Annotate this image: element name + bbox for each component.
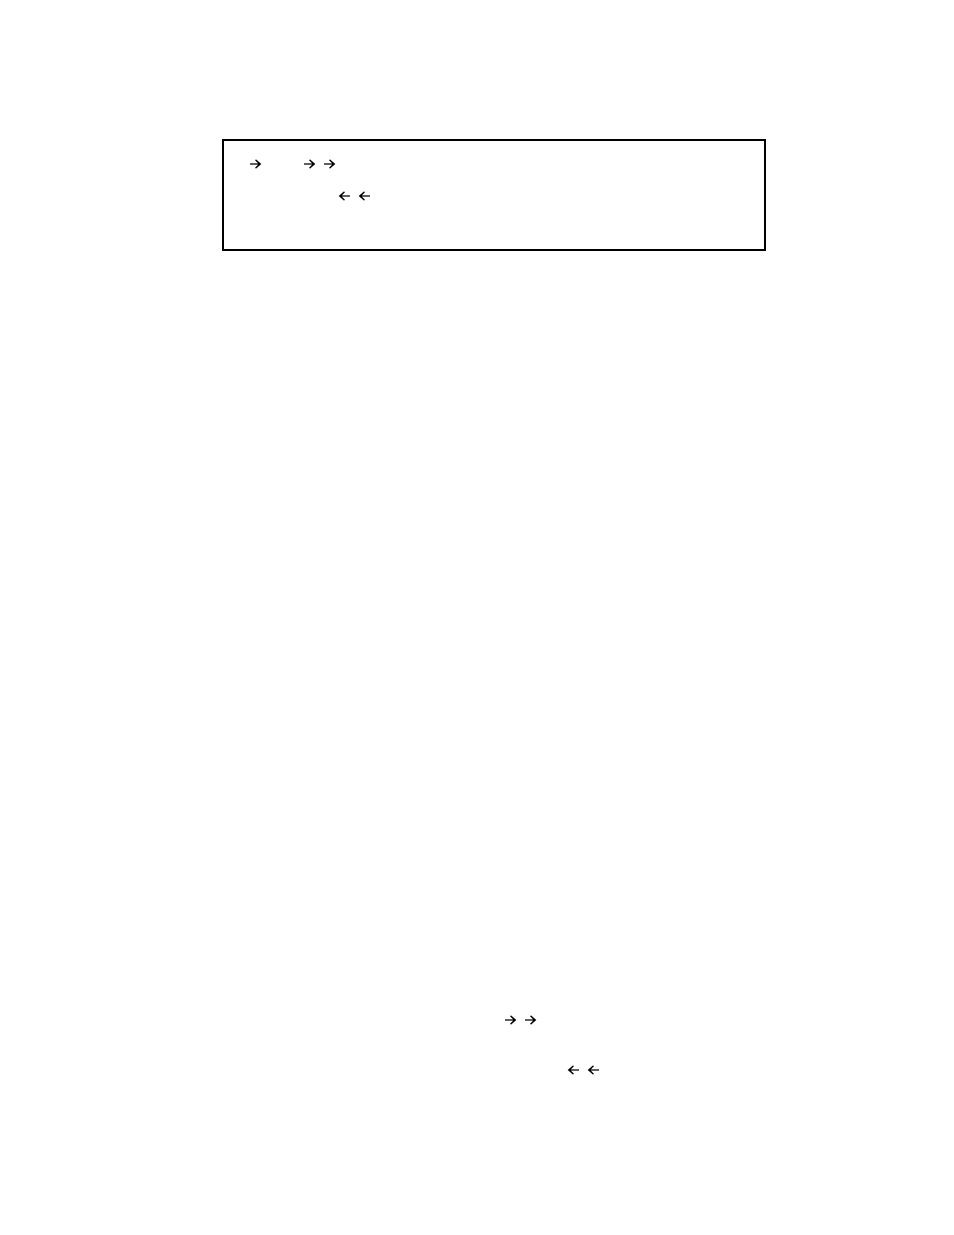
arrow-left-icon (356, 188, 372, 204)
arrow-right-icon (503, 1012, 519, 1028)
arrow-left-icon (585, 1062, 601, 1078)
arrow-left-icon (565, 1062, 581, 1078)
arrow-right-icon (523, 1012, 539, 1028)
document-page (0, 0, 954, 1235)
double-arrow-left-cluster (565, 1062, 601, 1078)
double-arrow-right-cluster (503, 1012, 539, 1028)
box-row-2 (248, 183, 740, 209)
arrow-right-icon (322, 156, 338, 172)
inline-double-arrow-left (565, 1062, 601, 1083)
box-content (224, 141, 764, 219)
arrow-right-icon (248, 156, 264, 172)
bordered-box (222, 139, 766, 251)
double-arrow-right-cluster (302, 156, 338, 172)
single-arrow-cluster (248, 156, 264, 172)
inline-double-arrow-right (503, 1012, 539, 1033)
arrow-left-icon (336, 188, 352, 204)
double-arrow-left-cluster (336, 188, 372, 204)
box-row-1 (248, 151, 740, 177)
arrow-right-icon (302, 156, 318, 172)
